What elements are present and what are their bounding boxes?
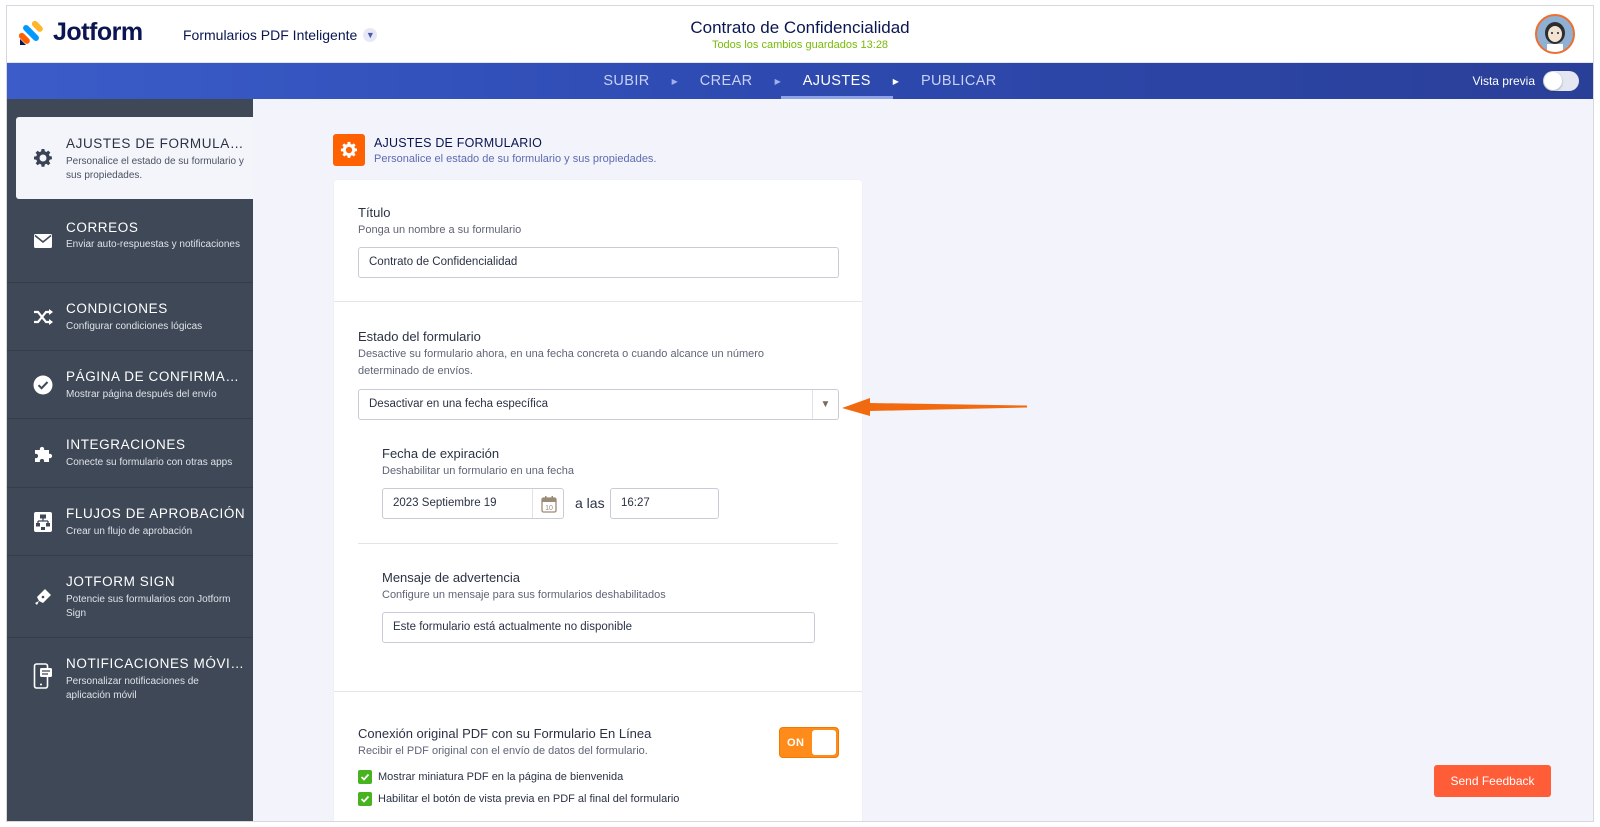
flow-icon [33,512,53,532]
step-ajustes[interactable]: AJUSTES [780,63,893,99]
save-status: Todos los cambios guardados 13:28 [711,39,889,51]
toggle-state: ON [787,737,805,749]
title-input[interactable]: Contrato de Confidencialidad [358,247,839,278]
expiry-date-input[interactable]: 2023 Septiembre 19 10 [382,488,564,519]
sidebar-item-thank-you-page[interactable]: PÁGINA DE CONFIRMACIÓN Mostrar página de… [7,351,253,419]
sidebar-item-conditions[interactable]: CONDICIONES Configurar condiciones lógic… [7,283,253,351]
expiry-time-input[interactable]: 16:27 [610,488,719,519]
app-window: Jotform Formularios PDF Inteligente ▼ Co… [6,5,1594,822]
toggle-knob [812,730,836,755]
divider [334,691,862,692]
warning-label: Mensaje de advertencia [382,570,521,585]
pdf-connection-label: Conexión original PDF con su Formulario … [358,726,652,741]
sidebar-item-title: CONDICIONES [66,301,168,316]
gear-icon [333,134,365,166]
step-crear[interactable]: CREAR [678,63,775,99]
checkbox-checked-icon[interactable] [358,792,372,806]
calendar-icon[interactable]: 10 [532,489,565,518]
send-feedback-button[interactable]: Send Feedback [1434,765,1551,797]
sidebar-item-title: CORREOS [66,220,139,235]
puzzle-icon [33,444,53,464]
sidebar-item-title: FLUJOS DE APROBACIÓN [66,506,246,521]
shuffle-icon [33,307,53,327]
sidebar-item-desc: Conecte su formulario con otras apps [66,457,233,468]
sidebar-item-desc: Potencie sus formularios con Jotform Sig… [66,594,231,619]
form-title[interactable]: Contrato de Confidencialidad [7,18,1593,38]
title-label: Título [358,205,391,220]
warning-message-input[interactable]: Este formulario está actualmente no disp… [382,612,815,643]
checkbox-label: Habilitar el botón de vista previa en PD… [378,793,680,805]
sidebar-item-title: INTEGRACIONES [66,437,186,452]
chevron-down-icon[interactable]: ▼ [812,390,838,419]
svg-text:10: 10 [545,505,553,512]
section-desc: Personalice el estado de su formulario y… [374,153,657,165]
sidebar-item-desc: Personalice el estado de su formulario y… [66,156,244,181]
expiry-label: Fecha de expiración [382,446,500,461]
wizard-navbar: SUBIR ▶ CREAR ▶ AJUSTES ▶ PUBLICAR Vista… [7,63,1593,99]
step-subir[interactable]: SUBIR [581,63,671,99]
mobile-icon [33,663,53,689]
step-publicar[interactable]: PUBLICAR [899,63,1019,99]
checkbox-checked-icon[interactable] [358,770,372,784]
sidebar-item-mobile-notifications[interactable]: NOTIFICACIONES MÓVILES Personalizar noti… [7,638,253,721]
preview-button-checkbox-row[interactable]: Habilitar el botón de vista previa en PD… [358,792,679,806]
preview-toggle-group: Vista previa [1473,71,1579,91]
pdf-connection-help: Recibir el PDF original con el envío de … [358,745,648,757]
section-header: AJUSTES DE FORMULARIO Personalice el est… [333,134,657,166]
sidebar-item-title: PÁGINA DE CONFIRMACIÓN [66,369,249,384]
sidebar-item-title: AJUSTES DE FORMULARIO [66,136,249,151]
sidebar-item-desc: Personalizar notificaciones de aplicació… [66,676,199,701]
status-select-value: Desactivar en una fecha específica [369,398,548,410]
annotation-arrow-icon [842,398,1027,416]
expiry-date-value: 2023 Septiembre 19 [393,497,497,509]
sidebar-item-desc: Configurar condiciones lógicas [66,321,203,332]
checkbox-label: Mostrar miniatura PDF en la página de bi… [378,771,624,783]
warning-help: Configure un mensaje para sus formulario… [382,589,666,601]
preview-toggle[interactable] [1543,71,1579,91]
sidebar-item-desc: Crear un flujo de aprobación [66,526,193,537]
sidebar-item-jotform-sign[interactable]: JOTFORM SIGN Potencie sus formularios co… [7,556,253,638]
status-select[interactable]: Desactivar en una fecha específica ▼ [358,389,839,420]
divider [334,301,862,302]
preview-label: Vista previa [1472,74,1535,88]
status-label: Estado del formulario [358,329,481,344]
check-circle-icon [33,375,53,395]
sidebar-item-desc: Mostrar página después del envío [66,389,217,400]
sidebar-item-emails[interactable]: CORREOS Enviar auto-respuestas y notific… [7,200,253,283]
title-help: Ponga un nombre a su formulario [358,224,522,236]
sidebar-item-form-settings[interactable]: AJUSTES DE FORMULARIO Personalice el est… [16,117,253,199]
sidebar-item-title: JOTFORM SIGN [66,574,176,589]
thumbnail-checkbox-row[interactable]: Mostrar miniatura PDF en la página de bi… [358,770,623,784]
section-title: AJUSTES DE FORMULARIO [374,136,543,150]
settings-card: Título Ponga un nombre a su formulario C… [334,180,862,821]
pdf-connection-toggle[interactable]: ON [779,727,839,758]
avatar[interactable] [1535,14,1575,54]
divider [358,543,838,544]
expiry-help: Deshabilitar un formulario en una fecha [382,465,575,477]
sidebar-item-approval-flows[interactable]: FLUJOS DE APROBACIÓN Crear un flujo de a… [7,488,253,556]
top-header: Jotform Formularios PDF Inteligente ▼ Co… [7,6,1593,63]
pen-icon [33,587,53,607]
sidebar-item-desc: Enviar auto-respuestas y notificaciones [66,239,240,250]
status-help: Desactive su formulario ahora, en una fe… [358,348,765,377]
gear-icon [33,148,53,168]
at-label: a las [575,495,605,511]
settings-sidebar: AJUSTES DE FORMULARIO Personalice el est… [7,99,253,821]
sidebar-item-title: NOTIFICACIONES MÓVILES [66,656,249,671]
sidebar-item-integrations[interactable]: INTEGRACIONES Conecte su formulario con … [7,419,253,488]
wizard-steps: SUBIR ▶ CREAR ▶ AJUSTES ▶ PUBLICAR [7,63,1593,99]
mail-icon [33,231,53,251]
